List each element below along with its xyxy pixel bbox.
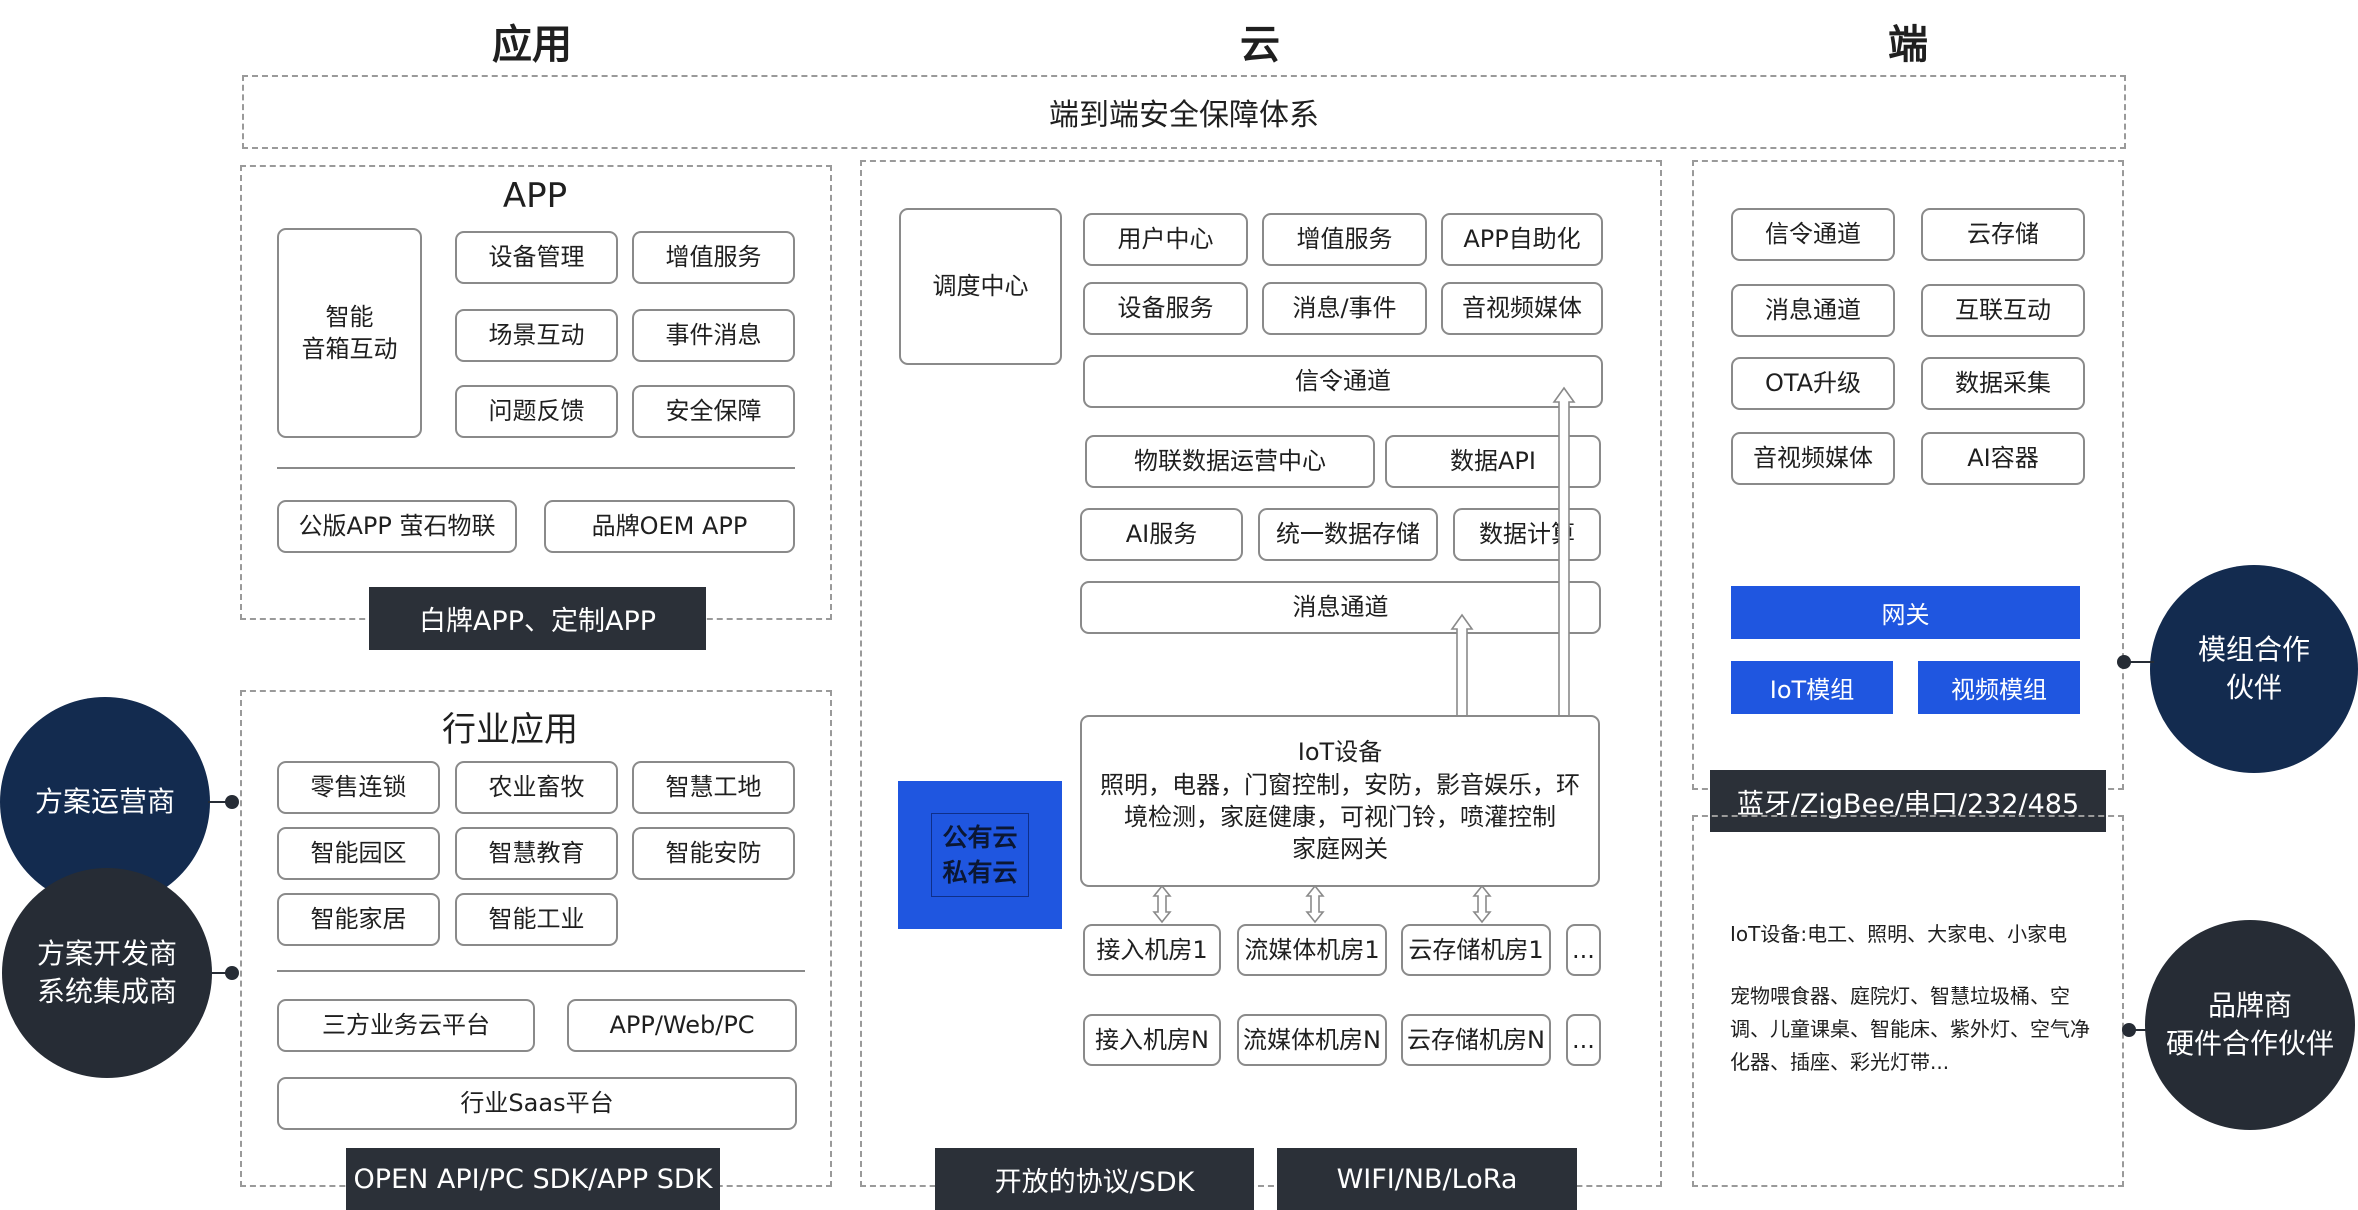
device-item-data-collect: 数据采集 [1921,357,2085,410]
iot-module-box: IoT模组 [1731,661,1893,714]
device-item-message: 消息通道 [1731,284,1895,337]
partner-circle-brand: 品牌商 硬件合作伙伴 [2145,920,2355,1130]
connector-line [2130,1029,2150,1031]
access-room-arrow [1152,884,1172,924]
device-item-cloud-storage: 云存储 [1921,208,2085,261]
cloud-footer-network: WIFI/NB/LoRa [1277,1148,1577,1210]
cloud-type-box: 公有云 私有云 [898,781,1062,929]
media-room-n: 流媒体机房N [1237,1014,1387,1066]
device-item-ota: OTA升级 [1731,357,1895,410]
device-item-av-media: 音视频媒体 [1731,432,1895,485]
device-item-ai-container: AI容器 [1921,432,2085,485]
media-room-1: 流媒体机房1 [1237,924,1387,976]
more-rooms-n: ... [1566,1014,1601,1066]
device-iot-list: IoT设备:电工、照明、大家电、小家电 [1730,922,2068,946]
storage-room-1: 云存储机房1 [1401,924,1551,976]
access-room-n: 接入机房N [1083,1014,1221,1066]
device-item-interconnect: 互联互动 [1921,284,2085,337]
iot-device-box: IoT设备 照明，电器，门窗控制，安防，影音娱乐，环境检测，家庭健康，可视门铃，… [1080,715,1600,887]
device-item-signal: 信令通道 [1731,208,1895,261]
access-room-1: 接入机房1 [1083,924,1221,976]
media-room-arrow [1305,884,1325,924]
gateway-box: 网关 [1731,586,2080,639]
more-rooms-1: ... [1566,924,1601,976]
cloud-type-label: 公有云 私有云 [931,813,1029,897]
cloud-footer-protocol: 开放的协议/SDK [935,1148,1254,1210]
storage-room-arrow [1472,884,1492,924]
iot-device-description: 照明，电器，门窗控制，安防，影音娱乐，环境检测，家庭健康，可视门铃，喷灌控制 家… [1100,770,1580,864]
video-module-box: 视频模组 [1918,661,2080,714]
storage-room-n: 云存储机房N [1401,1014,1551,1066]
signal-channel-arrow [1552,386,1576,738]
connector-line [2126,661,2154,663]
iot-device-title: IoT设备 [1297,738,1383,767]
partner-circle-module: 模组合作 伙伴 [2150,565,2358,773]
device-examples: 宠物喂食器、庭院灯、智慧垃圾桶、空调、儿童课桌、智能床、紫外灯、空气净化器、插座… [1730,984,2090,1074]
